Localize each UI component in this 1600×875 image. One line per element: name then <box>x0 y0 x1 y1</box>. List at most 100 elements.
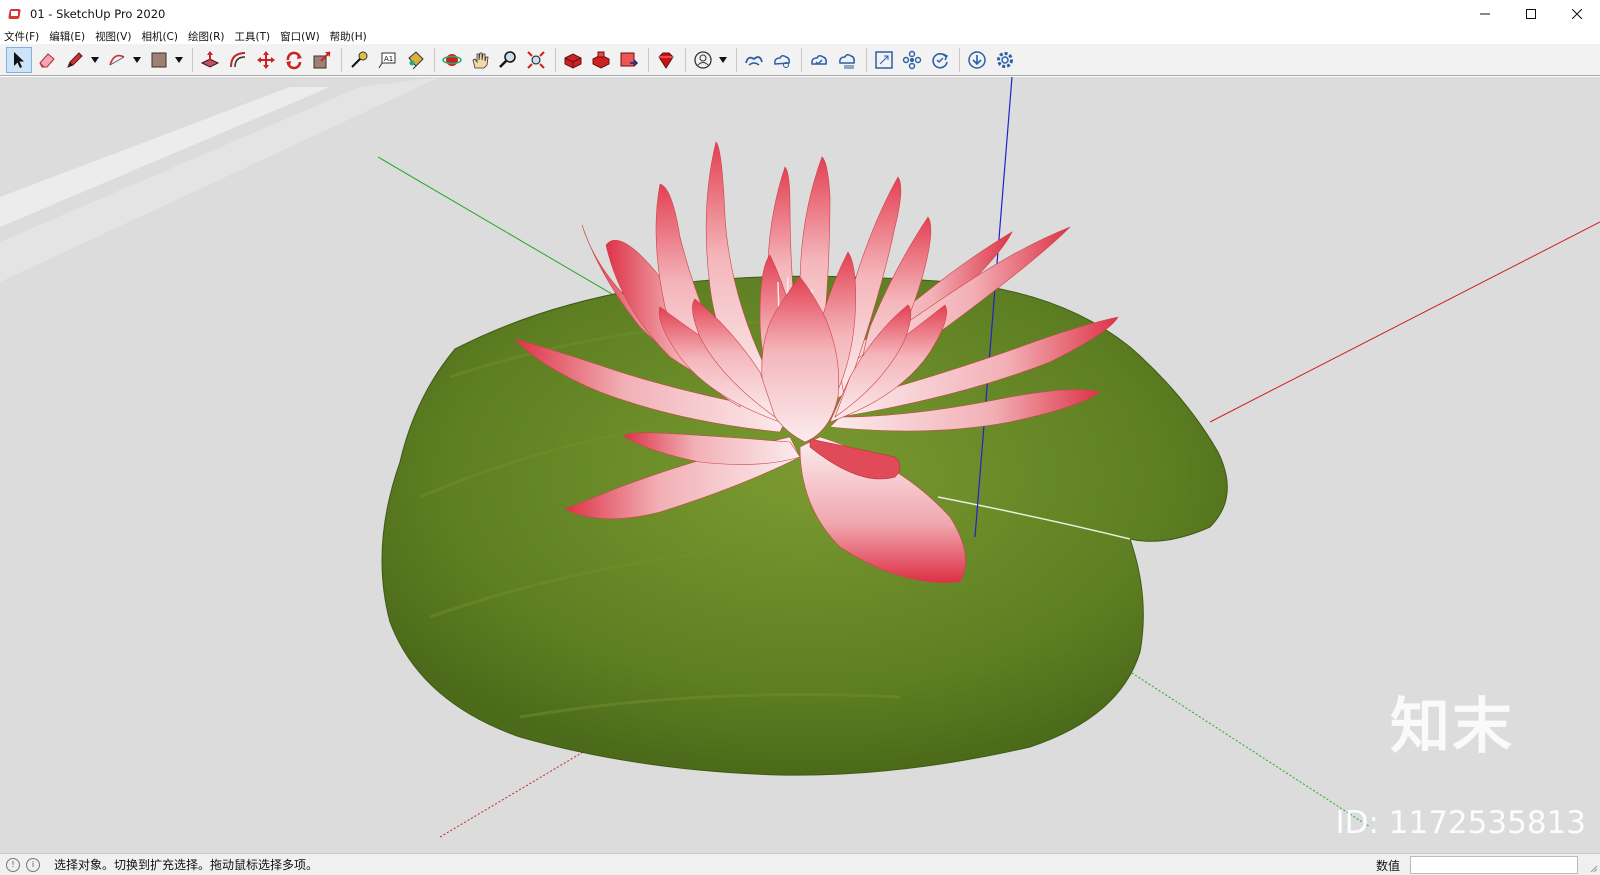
cloud-sync-button[interactable] <box>806 47 832 73</box>
zoom-extents-icon <box>527 50 545 69</box>
orbit-icon <box>442 53 462 66</box>
select-icon <box>14 51 24 68</box>
account-button[interactable] <box>690 47 716 73</box>
geo-location-icon[interactable]: ! <box>6 857 20 872</box>
rectangle-icon <box>151 52 167 67</box>
measurement-input[interactable] <box>1410 856 1578 874</box>
cloud-sync-icon <box>811 54 827 65</box>
frame-button[interactable] <box>871 47 897 73</box>
zoom-extents-tool-button[interactable] <box>523 47 549 73</box>
pan-tool-button[interactable] <box>467 47 493 73</box>
chevron-down-icon <box>719 56 727 63</box>
close-icon <box>1572 9 1582 19</box>
menu-view[interactable]: 视图(V) <box>95 29 131 44</box>
resize-grip-icon[interactable] <box>1588 863 1598 873</box>
watermark-id: ID: 1172535813 <box>1335 805 1586 841</box>
rotate-tool-button[interactable] <box>281 47 307 73</box>
toolbar-separator <box>434 47 435 72</box>
components-icon <box>902 50 922 69</box>
chevron-down-icon <box>91 56 99 63</box>
rotate-icon <box>286 51 302 69</box>
info-icon[interactable]: i <box>26 857 40 872</box>
toolbar-separator <box>192 47 193 72</box>
scale-tool-button[interactable] <box>309 47 335 73</box>
window-title: 01 - SketchUp Pro 2020 <box>30 7 166 21</box>
menu-bar: 文件(F) 编辑(E) 视图(V) 相机(C) 绘图(R) 工具(T) 窗口(W… <box>0 28 1600 44</box>
minimize-button[interactable] <box>1462 0 1508 28</box>
toolbar-separator <box>685 47 686 72</box>
shape-dropdown[interactable] <box>174 47 184 73</box>
red-axis-dotted <box>439 741 601 838</box>
move-icon <box>257 50 275 69</box>
download-icon <box>968 50 986 69</box>
arc-icon <box>109 54 125 65</box>
account-icon <box>694 50 712 69</box>
toolbar-separator <box>648 47 649 72</box>
toolbar-separator <box>959 47 960 72</box>
toolbar-separator <box>555 47 556 72</box>
eraser-tool-button[interactable] <box>34 47 60 73</box>
menu-tools[interactable]: 工具(T) <box>234 29 270 44</box>
download-button[interactable] <box>964 47 990 73</box>
trimble-connect-button[interactable] <box>741 47 767 73</box>
collaborate-button[interactable] <box>769 47 795 73</box>
toolbar-separator <box>866 47 867 72</box>
paint-bucket-tool-button[interactable] <box>402 47 428 73</box>
extension-warehouse-button[interactable] <box>588 47 614 73</box>
chevron-down-icon <box>175 56 183 63</box>
push-pull-tool-button[interactable] <box>197 47 223 73</box>
pan-icon <box>472 52 489 68</box>
collaborate-icon <box>774 54 790 68</box>
sketchup-logo-icon <box>8 7 22 21</box>
move-tool-button[interactable] <box>253 47 279 73</box>
3d-warehouse-button[interactable] <box>560 47 586 73</box>
orbit-tool-button[interactable] <box>439 47 465 73</box>
menu-window[interactable]: 窗口(W) <box>280 29 320 44</box>
settings-icon <box>997 51 1013 68</box>
sky-highlight <box>0 87 330 227</box>
push-pull-icon <box>200 50 220 68</box>
rectangle-tool-button[interactable] <box>146 47 172 73</box>
svg-text:A1: A1 <box>384 55 393 63</box>
ruby-console-button[interactable] <box>653 47 679 73</box>
drawing-viewport[interactable]: 知末 ID: 1172535813 <box>0 77 1600 853</box>
menu-draw[interactable]: 绘图(R) <box>188 29 225 44</box>
pencil-dropdown[interactable] <box>90 47 100 73</box>
status-bar: ! i 选择对象。切换到扩充选择。拖动鼠标选择多项。 数值 <box>0 853 1600 875</box>
offset-icon <box>230 51 246 67</box>
menu-file[interactable]: 文件(F) <box>4 29 39 44</box>
text-tool-button[interactable]: A1 <box>374 47 400 73</box>
close-button[interactable] <box>1554 0 1600 28</box>
arc-tool-button[interactable] <box>104 47 130 73</box>
maximize-button[interactable] <box>1508 0 1554 28</box>
green-axis-dotted <box>1114 661 1371 828</box>
measurement-label: 数值 <box>1376 859 1401 873</box>
frame-icon <box>875 50 893 69</box>
menu-edit[interactable]: 编辑(E) <box>49 29 85 44</box>
refresh-icon <box>932 52 948 69</box>
tape-measure-tool-button[interactable] <box>346 47 372 73</box>
minimize-icon <box>1480 13 1490 15</box>
account-dropdown[interactable] <box>718 47 728 73</box>
zoom-tool-button[interactable] <box>495 47 521 73</box>
menu-help[interactable]: 帮助(H) <box>330 29 367 44</box>
cloud-list-button[interactable] <box>834 47 860 73</box>
3d-warehouse-icon <box>564 52 582 69</box>
offset-tool-button[interactable] <box>225 47 251 73</box>
pencil-tool-button[interactable] <box>62 47 88 73</box>
tape-measure-icon <box>351 51 368 68</box>
scene-canvas <box>0 77 1600 838</box>
paint-bucket-icon <box>408 50 424 69</box>
menu-camera[interactable]: 相机(C) <box>141 29 178 44</box>
refresh-button[interactable] <box>927 47 953 73</box>
send-to-layout-button[interactable] <box>616 47 642 73</box>
text-icon: A1 <box>378 52 396 68</box>
red-axis <box>1209 221 1600 423</box>
cloud-list-icon <box>839 53 855 68</box>
arc-dropdown[interactable] <box>132 47 142 73</box>
select-tool-button[interactable] <box>6 46 32 73</box>
send-to-layout-icon <box>620 52 639 67</box>
settings-button[interactable] <box>992 47 1018 73</box>
components-button[interactable] <box>899 47 925 73</box>
zoom-icon <box>499 50 516 68</box>
